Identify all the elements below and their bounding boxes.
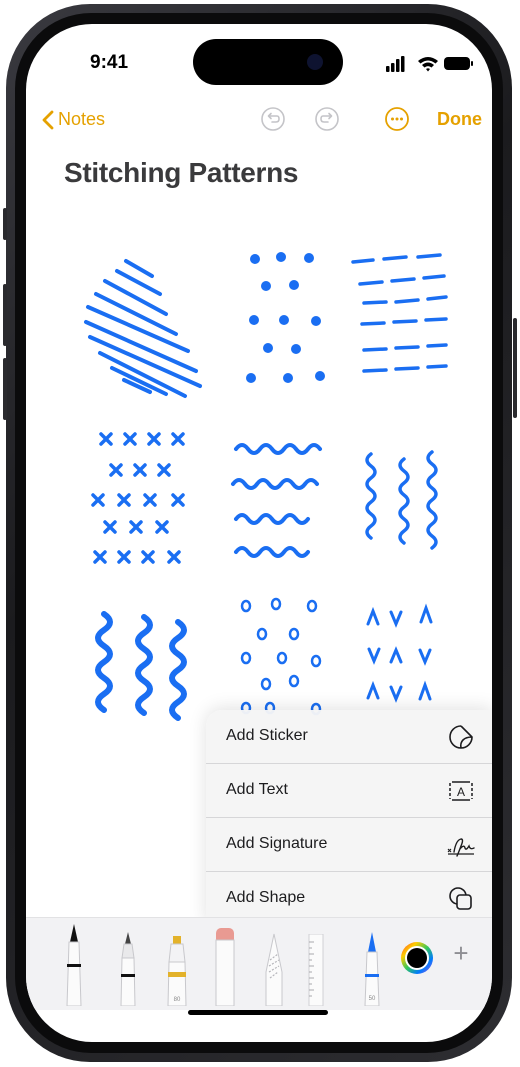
color-wheel-icon[interactable] bbox=[399, 940, 435, 976]
add-signature-menu-item[interactable]: Add Signature bbox=[206, 818, 492, 872]
tool-palette: 80 50 + bbox=[26, 917, 492, 1010]
home-indicator bbox=[188, 1010, 328, 1015]
iphone-frame: 9:41 Notes Done Stitching Patterns Add S… bbox=[0, 0, 520, 1067]
add-text-menu-item[interactable]: Add Text A bbox=[206, 764, 492, 818]
plus-icon[interactable]: + bbox=[446, 938, 476, 968]
chevron-pattern bbox=[366, 603, 433, 703]
wave-horizontal-pattern bbox=[231, 443, 322, 558]
eraser-icon[interactable] bbox=[212, 926, 238, 1006]
signature-icon bbox=[447, 838, 475, 857]
add-menu-popup: Add Sticker Add Text A Add Signature Add… bbox=[206, 710, 492, 925]
volume-down-button bbox=[3, 358, 7, 420]
menu-item-label: Add Text bbox=[226, 781, 288, 798]
lasso-icon[interactable] bbox=[262, 932, 286, 1006]
menu-item-label: Add Signature bbox=[226, 835, 328, 852]
side-button bbox=[513, 318, 517, 418]
volume-up-button bbox=[3, 284, 7, 346]
ruler-icon[interactable] bbox=[306, 934, 326, 1006]
svg-text:80: 80 bbox=[174, 997, 181, 1003]
wave-vertical-pattern bbox=[365, 450, 438, 550]
menu-item-label: Add Sticker bbox=[226, 727, 308, 744]
svg-text:50: 50 bbox=[369, 996, 376, 1002]
thick-wave-pattern bbox=[95, 611, 187, 721]
menu-item-label: Add Shape bbox=[226, 889, 306, 906]
shape-icon bbox=[449, 887, 472, 910]
blue-pen-icon[interactable]: 50 bbox=[360, 924, 384, 1006]
add-sticker-menu-item[interactable]: Add Sticker bbox=[206, 710, 492, 764]
sticker-icon bbox=[449, 725, 473, 749]
cross-stitch-pattern bbox=[91, 432, 185, 564]
dot-pattern bbox=[246, 252, 325, 383]
text-box-icon: A bbox=[449, 781, 473, 801]
monoline-pen-icon[interactable] bbox=[116, 930, 140, 1006]
pen-icon[interactable] bbox=[62, 920, 86, 1006]
drawing-canvas[interactable] bbox=[26, 24, 492, 724]
highlighter-icon[interactable]: 80 bbox=[164, 932, 190, 1006]
diagonal-hatch-pattern bbox=[84, 259, 202, 398]
action-button bbox=[3, 208, 7, 240]
svg-text:A: A bbox=[457, 785, 465, 799]
screen: 9:41 Notes Done Stitching Patterns Add S… bbox=[26, 24, 492, 1042]
dash-line-pattern bbox=[351, 253, 448, 373]
circle-pattern bbox=[240, 597, 322, 716]
